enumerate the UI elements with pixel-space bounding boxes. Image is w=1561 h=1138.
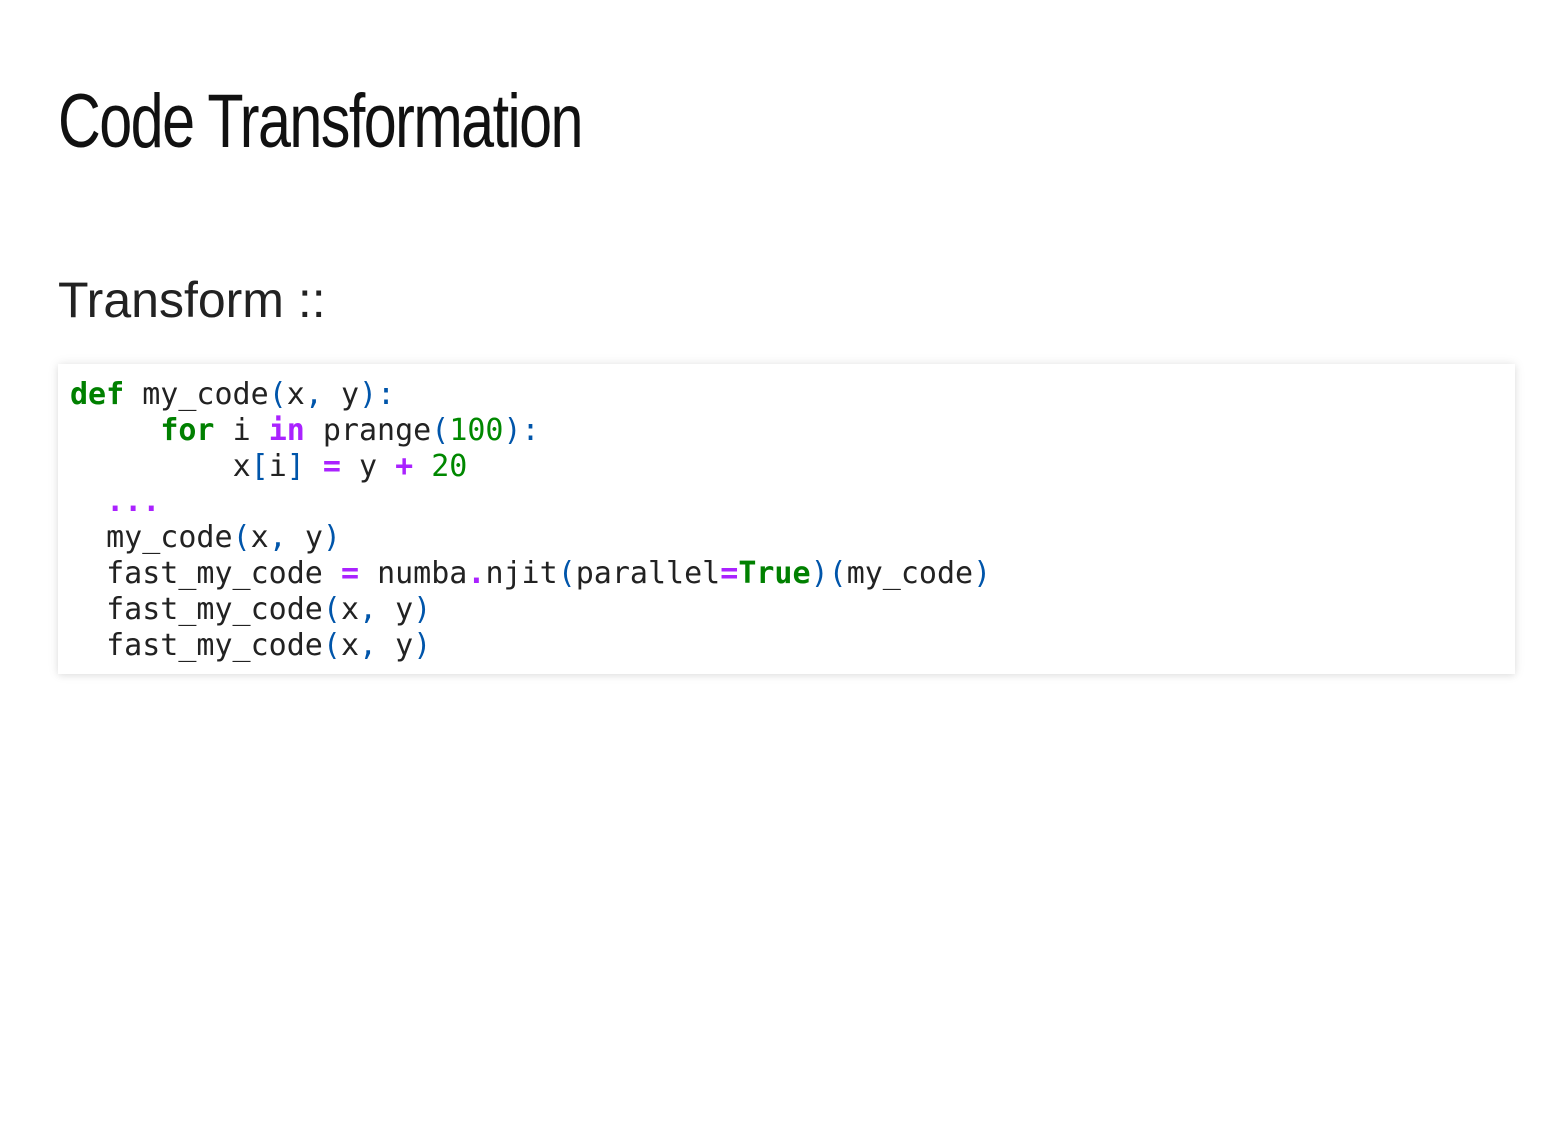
code-token: prange [322,412,432,448]
code-token: for [160,412,215,448]
code-line: for i in prange(100): [70,413,991,449]
code-token: x [232,448,251,484]
code-line: fast_my_code(x, y) [70,592,991,628]
code-token: y [340,377,359,412]
code-token: , [359,591,378,627]
code-token: ): [503,412,540,448]
code-token: y [359,448,378,484]
code-token: my_code [846,555,974,591]
code-token: ] [286,448,305,484]
code-token: x [340,591,359,627]
code-token: = [720,555,739,591]
code-token: = [340,555,359,591]
code-token: ( [322,591,341,627]
code-token: i [232,412,251,448]
code-block: def my_code(x, y): for i in prange(100):… [58,364,1515,674]
code-line: x[i] = y + 20 [70,449,991,485]
code-token: fast_my_code [106,555,323,591]
code-token: in [268,412,305,448]
code-token: ( [268,377,287,412]
code-token: def [70,377,125,412]
code-token: my_code [106,520,233,556]
code-token: fast_my_code [106,591,323,627]
code-token: + [395,448,414,484]
code-line: fast_my_code(x, y) [70,628,991,664]
code-token: 100 [449,412,504,448]
code-token: ) [413,591,432,627]
code-token: ( [431,412,450,448]
code-token: = [322,448,341,484]
transform-intro-text: Transform :: [58,272,326,328]
code-token: y [304,520,323,556]
code-token: 20 [431,448,468,484]
code-token: ) [973,555,992,591]
code-line: my_code(x, y) [70,520,991,556]
code-token: . [467,555,486,591]
code-token: numba [377,555,468,591]
code-token: , [268,520,287,556]
code-token: x [286,377,305,412]
code-token: ... [106,484,161,520]
code-token: True [738,555,811,591]
code-token: njit [485,555,558,591]
code-listing: def my_code(x, y): for i in prange(100):… [70,377,991,663]
code-token: parallel [575,555,721,591]
code-line: ... [70,484,991,520]
code-token: , [304,377,323,412]
code-token: fast_my_code [106,627,323,663]
slide-title: Code Transformation [58,79,583,164]
code-token: y [395,627,414,663]
code-token: )( [810,555,847,591]
code-token: x [340,627,359,663]
code-line: fast_my_code = numba.njit(parallel=True)… [70,556,991,592]
code-line: def my_code(x, y): [70,377,991,413]
code-token: ( [232,520,251,556]
code-token: ) [322,520,341,556]
code-token: ( [322,627,341,663]
code-token: y [395,591,414,627]
code-token: x [250,520,269,556]
code-token: my_code [142,377,269,412]
code-token: ( [557,555,576,591]
code-token: ) [413,627,432,663]
code-token: , [359,627,378,663]
code-token: i [268,448,287,484]
code-token: [ [250,448,269,484]
code-token: ): [359,377,396,412]
